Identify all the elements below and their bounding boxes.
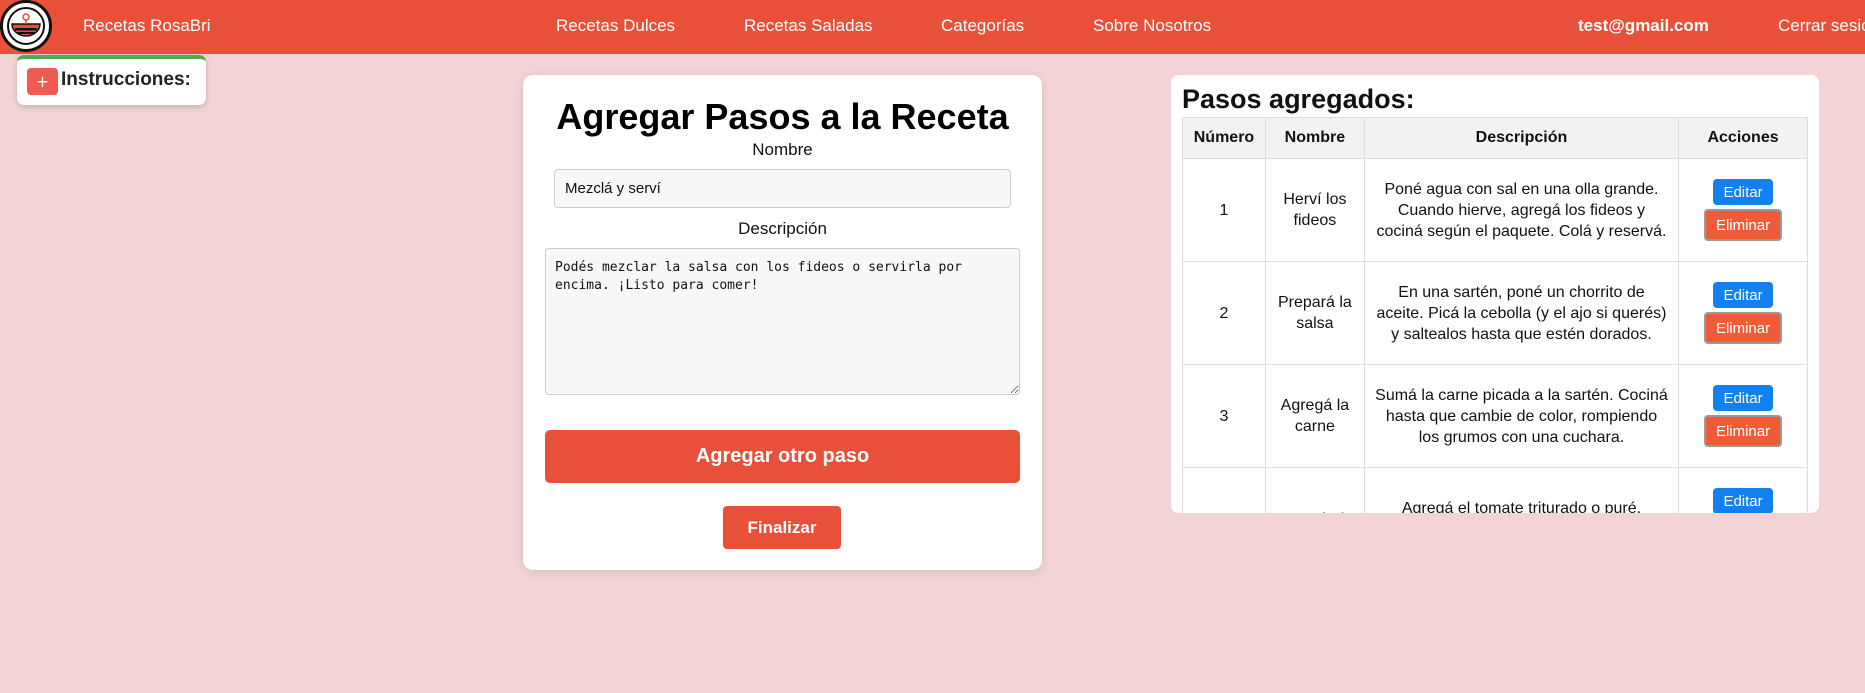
step-name: Prepará la salsa [1264, 261, 1365, 365]
edit-step-button[interactable]: Editar [1713, 179, 1774, 205]
instructions-panel: + Instrucciones: [17, 55, 206, 105]
nav-link-sobre-nosotros[interactable]: Sobre Nosotros [1093, 16, 1211, 36]
step-number: 1 [1182, 158, 1266, 262]
delete-step-button[interactable]: Eliminar [1704, 312, 1783, 344]
step-actions: Editar Eliminar [1678, 364, 1808, 468]
step-name: Herví los fideos [1264, 158, 1365, 262]
navbar: Recetas RosaBri Recetas Dulces Recetas S… [0, 0, 1865, 54]
table-row: 3 Agregá la carne Sumá la carne picada a… [1182, 364, 1808, 468]
add-step-button[interactable]: Agregar otro paso [545, 430, 1020, 483]
step-name: Sumá el [1264, 467, 1365, 513]
step-actions: Editar Eliminar [1678, 467, 1808, 513]
form-title: Agregar Pasos a la Receta [556, 96, 1009, 137]
delete-step-button[interactable]: Eliminar [1704, 209, 1783, 241]
brand-link[interactable]: Recetas RosaBri [83, 16, 211, 36]
instructions-toggle-button[interactable]: + [27, 68, 58, 95]
add-steps-form: Agregar Pasos a la Receta Nombre Descrip… [523, 75, 1042, 570]
logo[interactable] [0, 0, 52, 52]
table-header-row: Número Nombre Descripción Acciones [1182, 117, 1808, 159]
description-label: Descripción [738, 219, 827, 238]
user-email: test@gmail.com [1578, 16, 1709, 35]
step-name-input[interactable] [554, 169, 1011, 208]
step-description: Sumá la carne picada a la sartén. Cociná… [1363, 364, 1680, 468]
edit-step-button[interactable]: Editar [1713, 488, 1774, 513]
step-name: Agregá la carne [1264, 364, 1365, 468]
column-header-numero: Número [1182, 117, 1266, 159]
column-header-nombre: Nombre [1264, 117, 1365, 159]
step-number: 2 [1182, 261, 1266, 365]
step-number: 4 [1182, 467, 1266, 513]
column-header-acciones: Acciones [1678, 117, 1808, 159]
step-actions: Editar Eliminar [1678, 158, 1808, 262]
added-steps-panel: Pasos agregados: Número Nombre Descripci… [1171, 75, 1819, 513]
steps-table: Número Nombre Descripción Acciones 1 Her… [1182, 117, 1808, 513]
logout-link[interactable]: Cerrar sesión [1778, 16, 1865, 36]
nav-link-recetas-dulces[interactable]: Recetas Dulces [556, 16, 675, 36]
name-label: Nombre [752, 140, 813, 159]
table-row: 2 Prepará la salsa En una sartén, poné u… [1182, 261, 1808, 365]
edit-step-button[interactable]: Editar [1713, 282, 1774, 308]
step-actions: Editar Eliminar [1678, 261, 1808, 365]
column-header-descripcion: Descripción [1363, 117, 1680, 159]
step-description: Agregá el tomate triturado o puré. Condi… [1363, 467, 1680, 513]
nav-link-recetas-saladas[interactable]: Recetas Saladas [744, 16, 873, 36]
nav-link-categorias[interactable]: Categorías [941, 16, 1024, 36]
table-row: 4 Sumá el Agregá el tomate triturado o p… [1182, 467, 1808, 513]
steps-title: Pasos agregados: [1182, 84, 1415, 114]
step-description: En una sartén, poné un chorrito de aceit… [1363, 261, 1680, 365]
step-description: Poné agua con sal en una olla grande. Cu… [1363, 158, 1680, 262]
table-row: 1 Herví los fideos Poné agua con sal en … [1182, 158, 1808, 262]
step-number: 3 [1182, 364, 1266, 468]
step-description-textarea[interactable]: Podés mezclar la salsa con los fideos o … [545, 248, 1020, 395]
finish-button[interactable]: Finalizar [723, 506, 841, 549]
edit-step-button[interactable]: Editar [1713, 385, 1774, 411]
delete-step-button[interactable]: Eliminar [1704, 415, 1783, 447]
instructions-title: Instrucciones: [61, 69, 191, 90]
bowl-logo-icon [7, 7, 45, 45]
